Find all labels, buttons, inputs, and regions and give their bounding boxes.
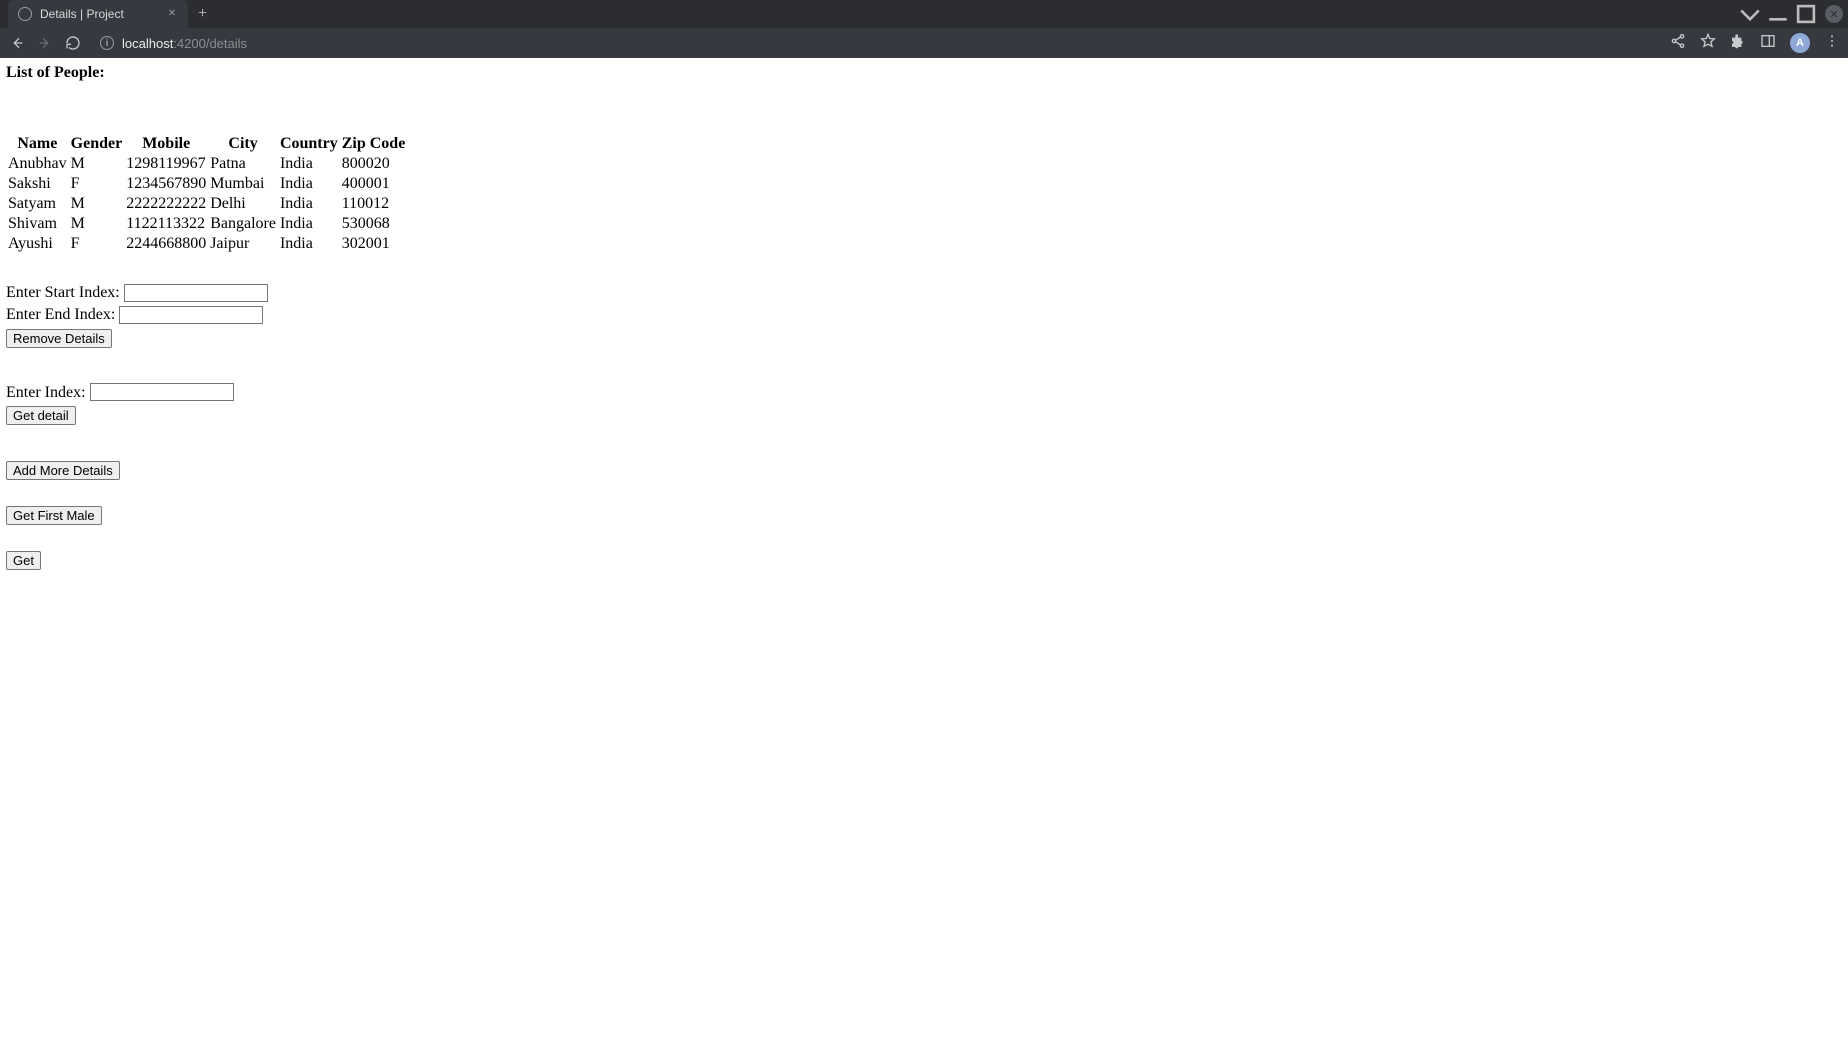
end-index-input[interactable]	[119, 306, 263, 324]
table-row: ShivamM1122113322BangaloreIndia530068	[6, 214, 407, 234]
get-first-male-button[interactable]: Get First Male	[6, 506, 102, 525]
table-row: SatyamM2222222222DelhiIndia110012	[6, 194, 407, 214]
star-icon[interactable]	[1700, 33, 1716, 54]
people-table: Name Gender Mobile City Country Zip Code…	[6, 134, 407, 254]
col-mobile: Mobile	[124, 134, 208, 154]
col-gender: Gender	[69, 134, 125, 154]
profile-avatar[interactable]: A	[1790, 33, 1810, 53]
index-label: Enter Index:	[6, 384, 90, 401]
cell-country: India	[278, 234, 340, 254]
cell-city: Patna	[208, 154, 278, 174]
col-city: City	[208, 134, 278, 154]
address-bar[interactable]: i localhost:4200/details	[96, 32, 1660, 54]
cell-mobile: 1298119967	[124, 154, 208, 174]
cell-gender: M	[69, 154, 125, 174]
extensions-icon[interactable]	[1730, 33, 1746, 54]
browser-tab[interactable]: Details | Project ×	[8, 0, 188, 28]
cell-gender: F	[69, 174, 125, 194]
browser-chrome: Details | Project × + ✕	[0, 0, 1848, 58]
forward-button[interactable]	[36, 35, 54, 51]
table-header-row: Name Gender Mobile City Country Zip Code	[6, 134, 407, 154]
back-button[interactable]	[8, 35, 26, 51]
index-input[interactable]	[90, 383, 234, 401]
start-index-label: Enter Start Index:	[6, 284, 124, 301]
cell-zip: 800020	[340, 154, 408, 174]
cell-zip: 400001	[340, 174, 408, 194]
cell-city: Mumbai	[208, 174, 278, 194]
cell-country: India	[278, 194, 340, 214]
info-icon[interactable]: i	[100, 36, 114, 50]
table-row: AnubhavM1298119967PatnaIndia800020	[6, 154, 407, 174]
close-window-button[interactable]: ✕	[1820, 0, 1848, 28]
index-row: Enter Index:	[6, 382, 1842, 404]
cell-name: Sakshi	[6, 174, 69, 194]
cell-name: Anubhav	[6, 154, 69, 174]
cell-name: Ayushi	[6, 234, 69, 254]
globe-icon	[18, 7, 32, 21]
col-zip: Zip Code	[340, 134, 408, 154]
close-tab-icon[interactable]: ×	[166, 7, 178, 21]
end-index-label: Enter End Index:	[6, 306, 119, 323]
url-text: localhost:4200/details	[122, 36, 247, 51]
end-index-row: Enter End Index:	[6, 304, 1842, 326]
table-row: AyushiF2244668800JaipurIndia302001	[6, 234, 407, 254]
cell-name: Shivam	[6, 214, 69, 234]
cell-mobile: 2222222222	[124, 194, 208, 214]
cell-country: India	[278, 174, 340, 194]
cell-zip: 110012	[340, 194, 408, 214]
cell-city: Delhi	[208, 194, 278, 214]
tab-title: Details | Project	[40, 7, 158, 21]
page-content: List of People: Name Gender Mobile City …	[0, 58, 1848, 576]
cell-mobile: 2244668800	[124, 234, 208, 254]
panel-icon[interactable]	[1760, 33, 1776, 54]
cell-zip: 302001	[340, 234, 408, 254]
maximize-button[interactable]	[1792, 0, 1820, 28]
cell-country: India	[278, 154, 340, 174]
reload-button[interactable]	[64, 35, 82, 51]
cell-mobile: 1234567890	[124, 174, 208, 194]
table-row: SakshiF1234567890MumbaiIndia400001	[6, 174, 407, 194]
chevron-down-icon[interactable]	[1736, 0, 1764, 28]
share-icon[interactable]	[1670, 33, 1686, 54]
toolbar: i localhost:4200/details A	[0, 28, 1848, 58]
col-country: Country	[278, 134, 340, 154]
start-index-row: Enter Start Index:	[6, 282, 1842, 304]
page-title: List of People:	[6, 64, 1842, 82]
cell-city: Jaipur	[208, 234, 278, 254]
cell-country: India	[278, 214, 340, 234]
get-detail-button[interactable]: Get detail	[6, 406, 76, 425]
cell-zip: 530068	[340, 214, 408, 234]
cell-mobile: 1122113322	[124, 214, 208, 234]
add-more-details-button[interactable]: Add More Details	[6, 461, 120, 480]
menu-icon[interactable]	[1824, 33, 1840, 54]
cell-gender: M	[69, 214, 125, 234]
get-button[interactable]: Get	[6, 551, 41, 570]
cell-gender: M	[69, 194, 125, 214]
start-index-input[interactable]	[124, 284, 268, 302]
cell-city: Bangalore	[208, 214, 278, 234]
window-controls: ✕	[1736, 0, 1848, 28]
tab-bar: Details | Project × + ✕	[0, 0, 1848, 28]
cell-name: Satyam	[6, 194, 69, 214]
toolbar-right: A	[1670, 33, 1840, 54]
remove-details-button[interactable]: Remove Details	[6, 329, 112, 348]
col-name: Name	[6, 134, 69, 154]
minimize-button[interactable]	[1764, 0, 1792, 28]
new-tab-button[interactable]: +	[198, 6, 207, 22]
cell-gender: F	[69, 234, 125, 254]
